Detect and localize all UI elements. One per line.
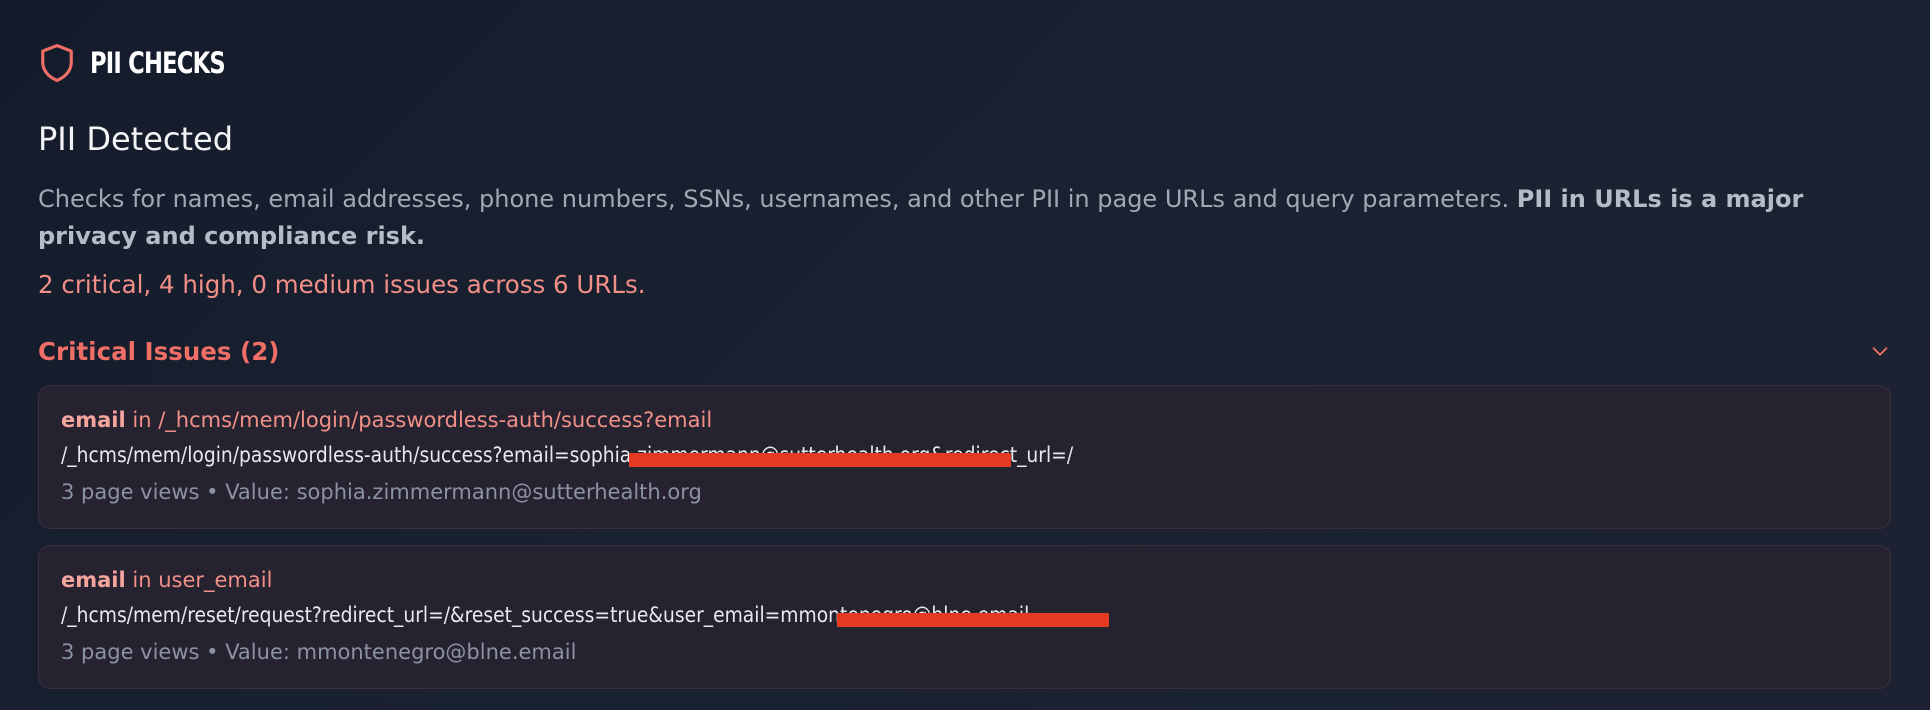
issue-location: /_hcms/mem/login/passwordless-auth/succe… (158, 408, 713, 432)
issue-heading: email in user_email (61, 568, 272, 592)
issue-type: email (61, 568, 126, 592)
critical-issues-toggle[interactable]: Critical Issues (2) (38, 333, 1893, 369)
issue-summary: 2 critical, 4 high, 0 medium issues acro… (38, 270, 646, 299)
page-description: Checks for names, email addresses, phone… (38, 181, 1893, 255)
issue-type: email (61, 408, 126, 432)
section-title: Critical Issues (2) (38, 336, 280, 366)
issue-card: email in user_email /_hcms/mem/reset/req… (38, 545, 1891, 689)
issue-connector: in (125, 568, 159, 592)
brand-title: PII CHECKS (90, 46, 226, 80)
redaction-bar (837, 613, 1109, 627)
issue-meta: 3 page views • Value: sophia.zimmermann@… (61, 480, 702, 504)
issue-connector: in (125, 408, 159, 432)
description-text: Checks for names, email addresses, phone… (38, 185, 1517, 213)
page-title: PII Detected (38, 120, 234, 158)
issue-card: email in /_hcms/mem/login/passwordless-a… (38, 385, 1891, 529)
panel-header: PII CHECKS (38, 40, 263, 86)
chevron-down-icon[interactable] (1869, 340, 1891, 362)
issue-meta: 3 page views • Value: mmontenegro@blne.e… (61, 640, 577, 664)
issue-heading: email in /_hcms/mem/login/passwordless-a… (61, 408, 712, 432)
shield-icon (41, 43, 73, 82)
redaction-bar (629, 453, 1011, 467)
issue-location: user_email (158, 568, 273, 592)
